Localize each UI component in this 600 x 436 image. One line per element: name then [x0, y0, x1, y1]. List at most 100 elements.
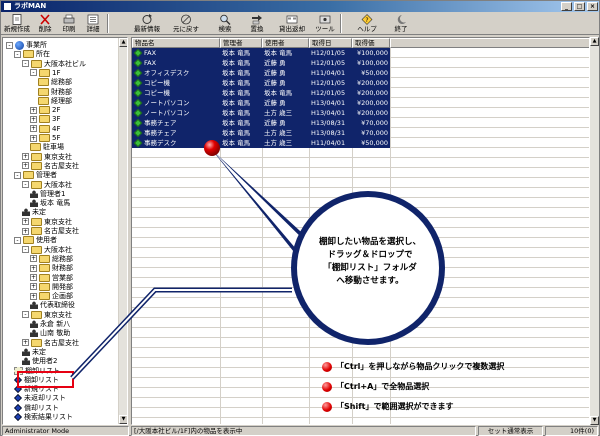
collapse-icon[interactable]: - — [22, 60, 29, 68]
toolbar: 新規作成 削除 印刷 詳細 最新情報 元に戻す 検索 置換 貸出返却 ツール ?… — [1, 12, 599, 35]
column-header-user[interactable]: 使用者 — [262, 38, 309, 48]
scroll-down-arrow[interactable]: ▼ — [119, 415, 127, 424]
expand-icon[interactable]: + — [22, 162, 29, 170]
folder-icon — [31, 152, 42, 161]
search-button[interactable]: 検索 — [215, 13, 235, 34]
tree-item-label: 管理者 — [36, 171, 57, 180]
expand-icon[interactable]: + — [22, 339, 29, 347]
exit-button[interactable]: 終了 — [391, 13, 411, 34]
table-row[interactable]: FAX 坂本 竜馬 近藤 勇 H12/01/05 ¥100,000 — [132, 58, 589, 68]
folder-tree[interactable]: ▲ ▼ - 事業所 - 所在 - 大阪本社ビル -1F 総務部 財務部 経理部 +2F +3F +4F +… — [2, 37, 128, 425]
table-cell: 坂本 竜馬 — [220, 98, 262, 108]
inventory-list-highlight — [17, 371, 74, 388]
details-icon — [87, 14, 99, 25]
cell-text: ノートパソコン — [144, 109, 190, 117]
cell-text: H13/04/01 — [311, 99, 346, 107]
tree-item-label: 使用者2 — [32, 357, 58, 366]
table-row[interactable]: ノートパソコン 坂本 竜馬 近藤 勇 H13/04/01 ¥200,000 — [132, 98, 589, 108]
close-button[interactable]: × — [587, 2, 598, 11]
table-row[interactable]: オフィスデスク 坂本 竜馬 近藤 勇 H11/04/01 ¥50,000 — [132, 68, 589, 78]
title-bar[interactable]: ラボMAN _ □ × — [1, 1, 599, 12]
lend-return-button[interactable]: 貸出返却 — [277, 13, 307, 34]
cell-text: コピー機 — [144, 89, 170, 97]
column-header-price[interactable]: 取得価 — [352, 38, 390, 48]
collapse-icon[interactable]: - — [22, 246, 29, 254]
cell-text: H12/01/05 — [311, 59, 346, 67]
refresh-button[interactable]: 最新情報 — [132, 13, 162, 34]
new-button[interactable]: 新規作成 — [3, 13, 31, 34]
scroll-up-arrow[interactable]: ▲ — [119, 38, 127, 47]
details-button[interactable]: 詳細 — [83, 13, 103, 34]
cell-text: ¥200,000 — [356, 109, 388, 117]
tree-scrollbar[interactable]: ▲ ▼ — [118, 38, 127, 424]
status-display-mode[interactable]: セット通常表示 — [478, 426, 543, 436]
tree-item-label: 大阪本社 — [44, 180, 72, 189]
search-icon — [220, 14, 231, 25]
table-cell: H13/04/01 — [309, 98, 352, 108]
expand-icon[interactable]: + — [22, 218, 29, 226]
tools-button[interactable]: ツール — [314, 13, 336, 34]
maximize-button[interactable]: □ — [574, 2, 585, 11]
expand-icon[interactable]: + — [22, 153, 29, 161]
table-cell: 近藤 勇 — [262, 118, 309, 128]
expand-icon[interactable]: + — [30, 125, 37, 133]
table-cell: ¥200,000 — [352, 108, 390, 118]
cell-text: H13/08/31 — [311, 129, 346, 137]
replace-icon — [252, 15, 262, 25]
expand-icon[interactable]: + — [30, 115, 37, 123]
table-cell: 事務チェア — [132, 128, 220, 138]
column-header-item-name[interactable]: 物品名 — [132, 38, 220, 48]
table-row[interactable]: 事務デスク 坂本 竜馬 土方 歳三 H11/04/01 ¥50,000 — [132, 138, 589, 148]
print-button[interactable]: 印刷 — [59, 13, 79, 34]
cell-text: 坂本 竜馬 — [222, 99, 251, 107]
table-cell: コピー機 — [132, 88, 220, 98]
table-row[interactable]: 事務チェア 坂本 竜馬 土方 歳三 H13/08/31 ¥70,000 — [132, 128, 589, 138]
expand-icon[interactable]: + — [30, 274, 37, 281]
column-header-acquired-date[interactable]: 取得日 — [309, 38, 352, 48]
item-icon — [133, 58, 143, 68]
minimize-button[interactable]: _ — [561, 2, 572, 11]
expand-icon[interactable]: + — [30, 264, 37, 272]
help-button-label: ヘルプ — [357, 25, 377, 33]
scroll-down-arrow[interactable]: ▼ — [590, 416, 599, 425]
collapse-icon[interactable]: - — [14, 236, 21, 244]
expand-icon[interactable]: + — [30, 292, 37, 300]
tree-item[interactable]: 検索結果リスト — [14, 412, 73, 422]
list-icon — [14, 403, 22, 412]
expand-icon[interactable]: + — [30, 283, 37, 291]
collapse-icon[interactable]: - — [6, 41, 13, 49]
expand-icon[interactable]: + — [30, 255, 37, 263]
table-cell: FAX — [132, 48, 220, 58]
tree-item-label: 総務部 — [52, 254, 73, 263]
collapse-icon[interactable]: - — [14, 50, 21, 58]
replace-button[interactable]: 置換 — [247, 13, 267, 34]
expand-icon[interactable]: + — [30, 134, 37, 142]
list-scrollbar[interactable]: ▲ ▼ — [590, 37, 599, 425]
table-cell: 坂本 竜馬 — [220, 58, 262, 68]
table-row[interactable]: ノートパソコン 坂本 竜馬 土方 歳三 H13/04/01 ¥200,000 — [132, 108, 589, 118]
table-row[interactable]: コピー機 坂本 竜馬 近藤 勇 H12/01/05 ¥200,000 — [132, 78, 589, 88]
collapse-icon[interactable]: - — [22, 311, 29, 319]
folder-icon — [31, 217, 42, 226]
table-row[interactable]: 事務チェア 坂本 竜馬 近藤 勇 H13/08/31 ¥70,000 — [132, 118, 589, 128]
table-row[interactable]: コピー機 坂本 竜馬 坂本 竜馬 H12/01/05 ¥200,000 — [132, 88, 589, 98]
undo-button[interactable]: 元に戻す — [171, 13, 201, 34]
table-cell: ¥50,000 — [352, 68, 390, 78]
help-button[interactable]: ? ヘルプ — [356, 13, 378, 34]
expand-icon[interactable]: + — [30, 106, 37, 114]
person-icon — [22, 357, 30, 366]
collapse-icon[interactable]: - — [14, 171, 21, 179]
collapse-icon[interactable]: - — [22, 181, 29, 188]
cell-text: ノートパソコン — [144, 99, 190, 107]
column-header-manager[interactable]: 管理者 — [220, 38, 262, 48]
empty-row — [132, 198, 589, 208]
tree-item-label: 所在 — [36, 50, 50, 59]
status-bar: Administrator Mode [/大阪本社ビル/1F]内の物品を表示中 … — [1, 425, 599, 436]
folder-icon — [31, 245, 42, 254]
delete-button[interactable]: 削除 — [35, 13, 55, 34]
expand-icon[interactable]: + — [22, 227, 29, 235]
scroll-up-arrow[interactable]: ▲ — [590, 37, 599, 46]
table-cell: 事務デスク — [132, 138, 220, 148]
collapse-icon[interactable]: - — [30, 69, 37, 77]
table-row[interactable]: FAX 坂本 竜馬 坂本 竜馬 H12/01/05 ¥100,000 — [132, 48, 589, 58]
